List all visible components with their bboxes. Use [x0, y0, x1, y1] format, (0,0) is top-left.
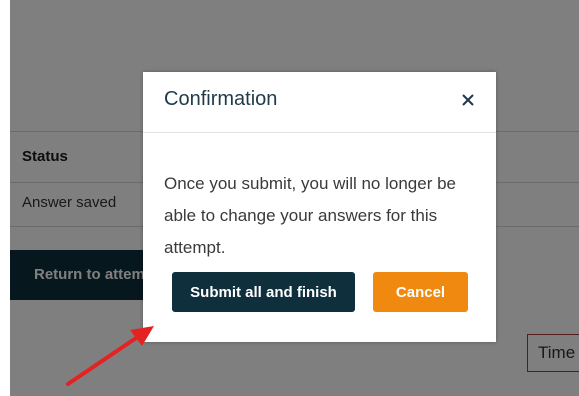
- close-icon: [462, 94, 474, 106]
- page: Status Answer saved Return to attempt Ti…: [0, 0, 579, 396]
- dialog-title: Confirmation: [164, 88, 278, 110]
- red-arrow-icon: [66, 326, 154, 386]
- dialog-header: Confirmation: [143, 72, 496, 133]
- submit-all-and-finish-button[interactable]: Submit all and finish: [172, 272, 355, 312]
- confirmation-dialog: Confirmation Once you submit, you will n…: [143, 72, 496, 342]
- cancel-button[interactable]: Cancel: [373, 272, 468, 312]
- dialog-message: Once you submit, you will no longer be a…: [164, 174, 456, 257]
- left-margin: [0, 0, 10, 396]
- close-button[interactable]: [460, 92, 476, 108]
